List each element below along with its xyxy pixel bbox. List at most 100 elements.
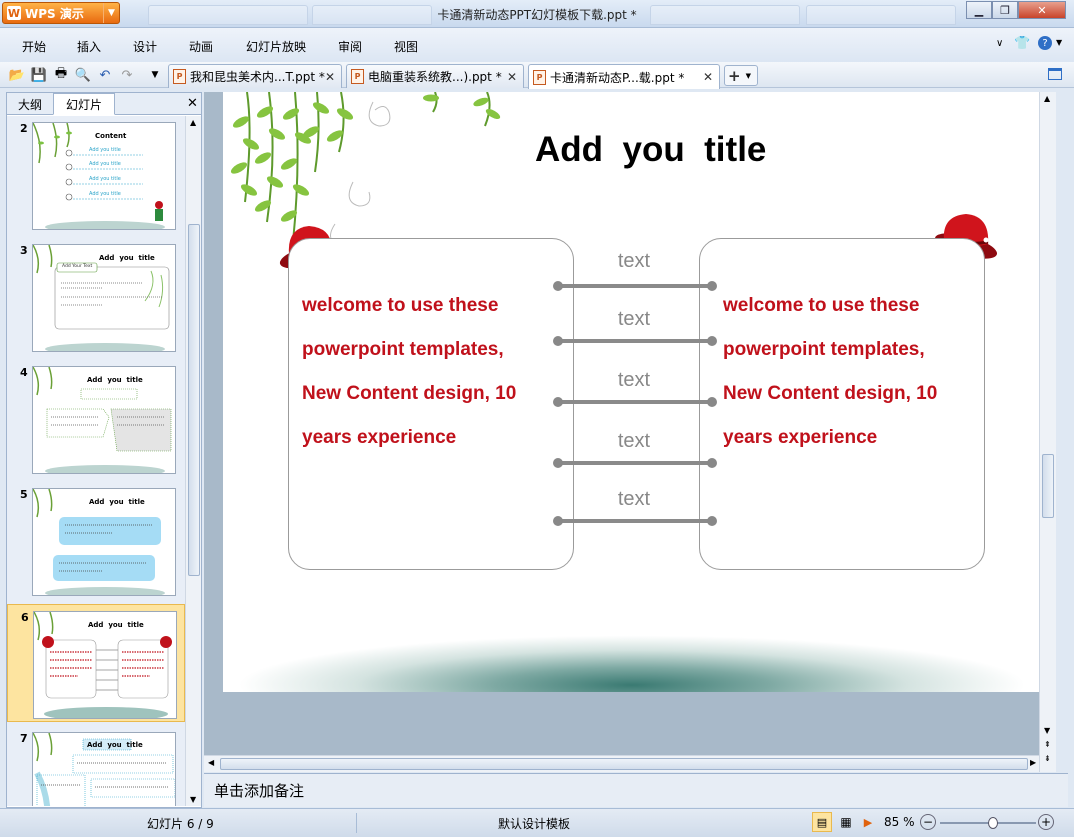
tab-outline[interactable]: 大纲 xyxy=(9,93,51,115)
open-folder-icon[interactable]: 📂 xyxy=(8,66,26,84)
menu-design[interactable]: 设计 xyxy=(133,38,157,55)
close-button[interactable]: ✕ xyxy=(1018,1,1066,19)
help-dropdown-icon[interactable]: ▼ xyxy=(1056,38,1062,47)
slide-number: 3 xyxy=(20,244,28,257)
thumb-label: Add Your Text xyxy=(62,264,93,269)
close-tab-icon[interactable]: ✕ xyxy=(507,70,517,84)
connector-label[interactable]: text xyxy=(584,308,684,331)
connector-dot xyxy=(707,281,717,291)
new-tab-button[interactable]: + ▼ xyxy=(724,65,758,86)
slide-thumb-5[interactable]: 5 Add you title xyxy=(7,482,185,600)
connector-label[interactable]: text xyxy=(584,488,684,511)
slide-number: 2 xyxy=(20,122,28,135)
scroll-down-icon[interactable]: ▼ xyxy=(1044,726,1050,735)
print-preview-icon[interactable]: 🔍 xyxy=(74,66,92,84)
print-icon[interactable]: 🖶 xyxy=(52,66,70,84)
connector-dot xyxy=(553,281,563,291)
scroll-left-icon[interactable]: ◀ xyxy=(208,758,214,767)
thumb-item: Add you title xyxy=(89,191,121,197)
menu-home[interactable]: 开始 xyxy=(22,38,46,55)
menu-slideshow[interactable]: 幻灯片放映 xyxy=(246,38,306,55)
save-icon[interactable]: 💾 xyxy=(30,66,48,84)
menu-view[interactable]: 视图 xyxy=(394,38,418,55)
maximize-button[interactable]: ❐ xyxy=(992,1,1018,19)
ppt-file-icon: P xyxy=(173,69,186,84)
doc-tab-2[interactable]: P 电脑重装系统教...).ppt * ✕ xyxy=(346,64,524,88)
scroll-up-icon[interactable]: ▲ xyxy=(190,118,196,127)
zoom-slider[interactable] xyxy=(940,817,1036,829)
help-icon[interactable]: ? xyxy=(1038,36,1052,50)
close-tab-icon[interactable]: ✕ xyxy=(703,70,713,84)
normal-view-icon[interactable]: ▤ xyxy=(812,812,832,832)
menu-review[interactable]: 审阅 xyxy=(338,38,362,55)
notes-placeholder: 单击添加备注 xyxy=(214,782,305,800)
slide-sorter-icon[interactable]: ▦ xyxy=(836,812,856,832)
scroll-down-icon[interactable]: ▼ xyxy=(190,795,196,804)
thumbnail-list: 2 Content Add you title Add you title Ad… xyxy=(7,116,185,806)
zoom-slider-knob[interactable] xyxy=(987,817,998,829)
thumbnail-scrollbar[interactable]: ▲ ▼ xyxy=(185,116,201,806)
close-tab-icon[interactable]: ✕ xyxy=(325,70,335,84)
slide-preview: Add you title xyxy=(32,732,176,806)
slide-thumb-2[interactable]: 2 Content Add you title Add you title Ad… xyxy=(7,116,185,234)
thumb-title: Add you title xyxy=(89,498,145,506)
window-mode-icon[interactable] xyxy=(1048,68,1062,80)
menu-insert[interactable]: 插入 xyxy=(77,38,101,55)
editor-hscrollbar[interactable]: ◀ ▶ xyxy=(204,755,1039,772)
scrollbar-thumb[interactable] xyxy=(1042,454,1054,518)
connector-label[interactable]: text xyxy=(584,250,684,273)
slide-editor: Add you title welcome to use these power… xyxy=(204,92,1056,772)
right-text-line: powerpoint templates, xyxy=(723,339,925,360)
undo-icon[interactable]: ↶ xyxy=(96,66,114,84)
scrollbar-thumb[interactable] xyxy=(220,758,1028,770)
connector-line xyxy=(558,284,712,288)
slide-thumb-4[interactable]: 4 Add you title xyxy=(7,360,185,478)
customize-dropdown-icon[interactable]: ▼ xyxy=(146,66,164,84)
minimize-button[interactable]: ▁ xyxy=(966,1,992,19)
zoom-out-icon[interactable]: − xyxy=(920,814,936,830)
right-text-line: New Content design, 10 xyxy=(723,383,938,404)
thumb-item: Add you title xyxy=(89,147,121,153)
zoom-in-icon[interactable]: + xyxy=(1038,814,1054,830)
bottom-glow-decoration xyxy=(223,622,1041,692)
editor-vscrollbar[interactable]: ▲ ▼ ⇞ ⇟ xyxy=(1039,92,1056,772)
connector-label[interactable]: text xyxy=(584,430,684,453)
doc-tab-label: 我和昆虫美术内...T.ppt * xyxy=(190,70,325,84)
slide-number: 4 xyxy=(20,366,28,379)
status-bar: 幻灯片 6 / 9 默认设计模板 ▤ ▦ ▶ 85 % − + xyxy=(0,808,1074,837)
connector-dot xyxy=(707,516,717,526)
slideshow-icon[interactable]: ▶ xyxy=(858,812,878,832)
connector-line xyxy=(558,519,712,523)
next-slide-icon[interactable]: ⇟ xyxy=(1044,754,1051,763)
new-tab-dropdown-icon: ▼ xyxy=(745,71,751,80)
scroll-up-icon[interactable]: ▲ xyxy=(1044,94,1050,103)
skin-icon[interactable]: 👕 xyxy=(1014,36,1030,51)
menu-animation[interactable]: 动画 xyxy=(189,38,213,55)
scrollbar-thumb[interactable] xyxy=(188,224,200,576)
slide-canvas[interactable]: Add you title welcome to use these power… xyxy=(223,92,1041,692)
slide-thumb-7[interactable]: 7 Add you title xyxy=(7,726,185,806)
ppt-file-icon: P xyxy=(351,69,364,84)
connector-dot xyxy=(553,397,563,407)
redo-icon[interactable]: ↷ xyxy=(118,66,136,84)
prev-slide-icon[interactable]: ⇞ xyxy=(1044,740,1051,749)
notes-pane[interactable]: 单击添加备注 xyxy=(204,773,1068,807)
thumb-title: Content xyxy=(95,132,127,140)
slide-preview: Add you title xyxy=(32,366,176,474)
slide-title[interactable]: Add you title xyxy=(535,130,766,170)
tab-slides[interactable]: 幻灯片 xyxy=(53,93,115,115)
slide-number: 7 xyxy=(20,732,28,745)
thumb-item: Add you title xyxy=(89,161,121,167)
thumb-title: Add you title xyxy=(87,741,143,749)
connector-label[interactable]: text xyxy=(584,369,684,392)
connector-line xyxy=(558,400,712,404)
slide-thumb-6[interactable]: 6 Add you title xyxy=(7,604,185,722)
close-panel-icon[interactable]: ✕ xyxy=(187,96,198,111)
doc-tab-1[interactable]: P 我和昆虫美术内...T.ppt * ✕ xyxy=(168,64,342,88)
scroll-right-icon[interactable]: ▶ xyxy=(1030,758,1036,767)
collapse-ribbon-icon[interactable]: ∨ xyxy=(996,38,1003,49)
title-bar: W WPS 演示 ▼ 卡通清新动态PPT幻灯模板下载.ppt * ▁ ❐ ✕ xyxy=(0,0,1074,28)
doc-tab-3[interactable]: P 卡通清新动态P...载.ppt * ✕ xyxy=(528,64,720,89)
panel-tabs: 大纲 幻灯片 ✕ xyxy=(7,93,201,115)
slide-thumb-3[interactable]: 3 Add you title Add Your Text xyxy=(7,238,185,356)
